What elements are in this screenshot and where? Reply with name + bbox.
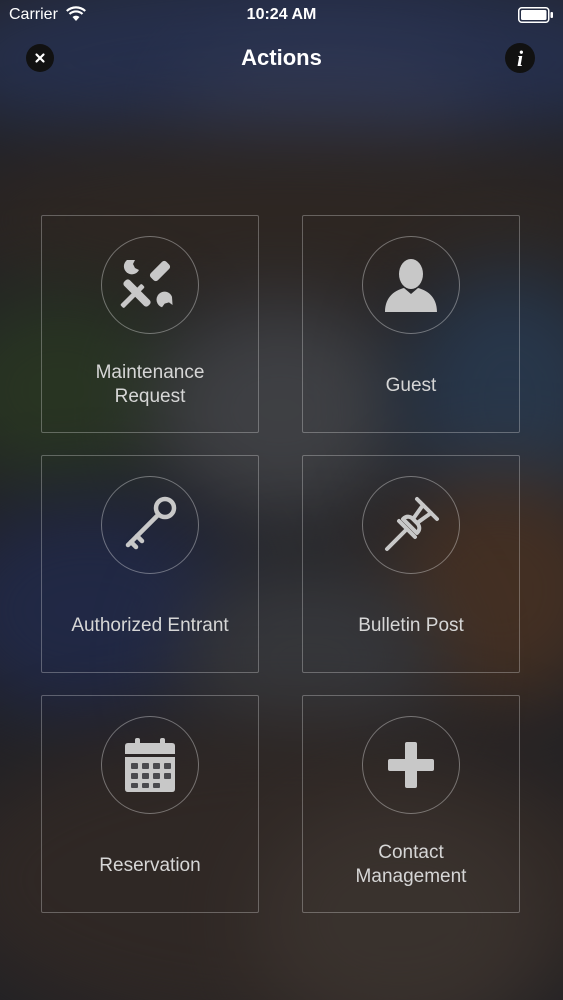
plus-icon: [388, 742, 434, 788]
calendar-icon: [125, 738, 175, 792]
tools-icon: [120, 260, 173, 308]
icon-circle: [362, 236, 460, 334]
icon-circle: [101, 476, 199, 574]
tile-label: Guest: [303, 374, 519, 398]
reservation-tile[interactable]: Reservation: [41, 695, 259, 913]
icon-circle: [101, 236, 199, 334]
icon-circle: [101, 716, 199, 814]
icon-circle: [362, 476, 460, 574]
label-line-1: Maintenance: [95, 362, 205, 383]
label-line-1: Guest: [385, 375, 437, 396]
tile-label: Authorized Entrant: [42, 614, 258, 638]
key-icon: [125, 496, 177, 550]
bulletin-post-tile[interactable]: Bulletin Post: [302, 455, 520, 673]
icon-circle: [362, 716, 460, 814]
label-line-1: Bulletin Post: [358, 615, 464, 636]
battery-icon: [518, 7, 553, 23]
svg-text:i: i: [517, 46, 524, 71]
navigation-bar: Actions i: [0, 30, 563, 84]
label-line-2: Management: [355, 866, 467, 887]
authorized-entrant-tile[interactable]: Authorized Entrant: [41, 455, 259, 673]
tile-label: Reservation: [42, 854, 258, 878]
info-icon: i: [517, 46, 524, 71]
label-line-1: Reservation: [99, 855, 201, 876]
page-title: Actions: [241, 45, 322, 70]
status-bar: Carrier 10:24 AM: [0, 0, 563, 30]
info-button[interactable]: i: [505, 43, 535, 73]
status-time: 10:24 AM: [246, 6, 317, 23]
tile-label: Bulletin Post: [303, 614, 519, 638]
tile-label: Maintenance Request: [42, 361, 258, 409]
guest-tile[interactable]: Guest: [302, 215, 520, 433]
label-line-2: Request: [114, 386, 186, 407]
label-line-1: Authorized Entrant: [71, 615, 229, 636]
contact-management-tile[interactable]: Contact Management: [302, 695, 520, 913]
pushpin-icon: [385, 497, 439, 551]
maintenance-request-tile[interactable]: Maintenance Request: [41, 215, 259, 433]
tile-label: Contact Management: [303, 841, 519, 889]
person-icon: [385, 259, 437, 312]
label-line-1: Contact: [378, 842, 444, 863]
